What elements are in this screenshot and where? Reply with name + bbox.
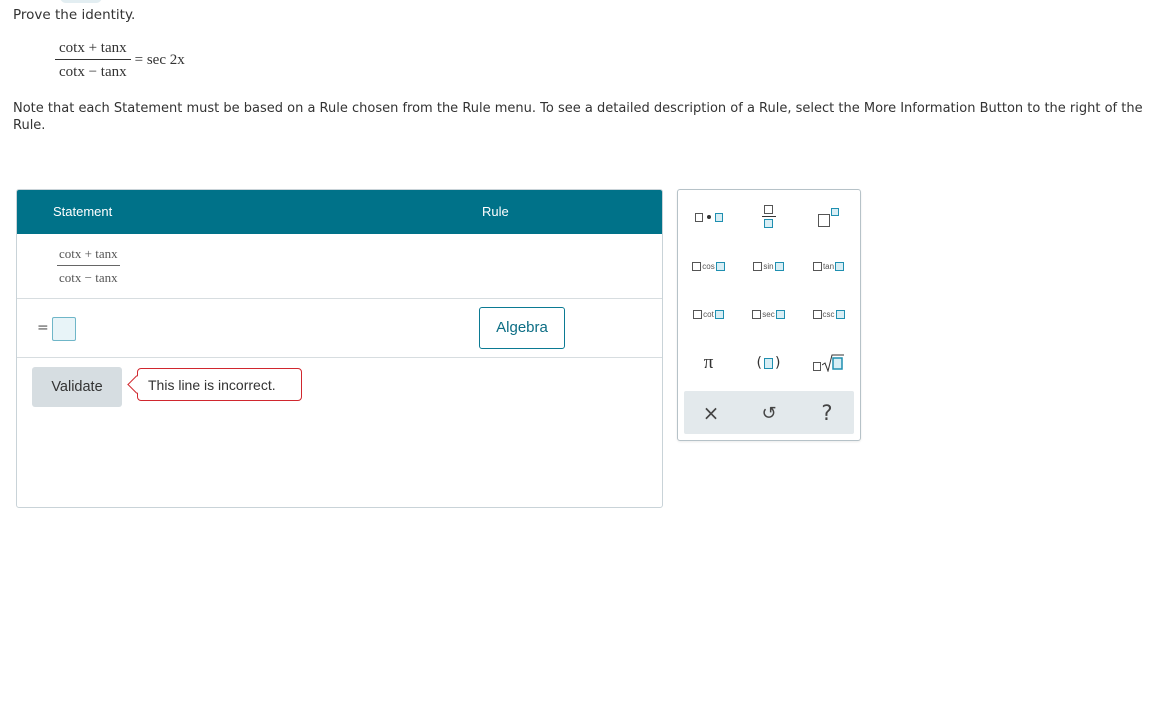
- clear-button[interactable]: ×: [686, 397, 736, 429]
- clear-icon: ×: [702, 401, 720, 425]
- error-message: This line is incorrect.: [137, 368, 302, 401]
- superscript-button[interactable]: [806, 202, 851, 232]
- identity-numerator: cotx + tanx: [59, 40, 127, 56]
- row-divider: [17, 357, 662, 358]
- identity-equation: cotx + tanx cotx − tanx = sec 2x: [55, 40, 185, 81]
- cot-button[interactable]: cot: [686, 304, 731, 324]
- math-palette: cos sin tan cot sec csc π ( ) × ↺ ?: [677, 189, 861, 441]
- statement-denominator: cotx − tanx: [59, 270, 118, 285]
- help-icon: ?: [821, 401, 833, 425]
- validate-button[interactable]: Validate: [32, 367, 122, 407]
- identity-denominator: cotx − tanx: [59, 64, 127, 80]
- identity-rhs: = sec 2x: [134, 52, 185, 68]
- cos-button[interactable]: cos: [686, 256, 731, 276]
- fraction-button[interactable]: [746, 200, 791, 232]
- pi-button[interactable]: π: [686, 350, 731, 376]
- proof-table: Statement Rule cotx + tanx cotx − tanx =…: [16, 189, 663, 508]
- equals-sign: =: [37, 320, 49, 336]
- parentheses-button[interactable]: ( ): [746, 350, 791, 376]
- sec-button[interactable]: sec: [746, 304, 791, 324]
- statement-row-1: cotx + tanx cotx − tanx: [57, 246, 120, 286]
- row-divider: [17, 298, 662, 299]
- statement-column-header: Statement: [53, 204, 113, 219]
- csc-button[interactable]: csc: [806, 304, 851, 324]
- sin-button[interactable]: sin: [746, 256, 791, 276]
- instructions-note: Note that each Statement must be based o…: [13, 101, 1143, 133]
- problem-prompt: Prove the identity.: [13, 7, 136, 23]
- dot-product-button[interactable]: [686, 204, 731, 230]
- undo-icon: ↺: [761, 402, 777, 424]
- rule-column-header: Rule: [482, 204, 509, 219]
- statement-answer-input[interactable]: [52, 317, 76, 341]
- top-tab-indicator: [60, 0, 102, 3]
- pi-icon: π: [703, 352, 714, 373]
- rule-menu-button[interactable]: Algebra: [479, 307, 565, 349]
- fraction-icon: [761, 204, 776, 228]
- sqrt-button[interactable]: [806, 350, 851, 376]
- dot-product-icon: [694, 212, 723, 222]
- help-button[interactable]: ?: [802, 397, 852, 429]
- statement-numerator: cotx + tanx: [59, 246, 118, 261]
- parentheses-icon: ( ): [756, 355, 781, 371]
- sqrt-icon: [813, 354, 844, 372]
- tan-button[interactable]: tan: [806, 256, 851, 276]
- proof-table-header: Statement Rule: [17, 190, 662, 234]
- undo-button[interactable]: ↺: [744, 397, 794, 429]
- superscript-icon: [818, 207, 839, 227]
- identity-fraction: cotx + tanx cotx − tanx: [55, 40, 131, 81]
- palette-actions: × ↺ ?: [684, 391, 854, 434]
